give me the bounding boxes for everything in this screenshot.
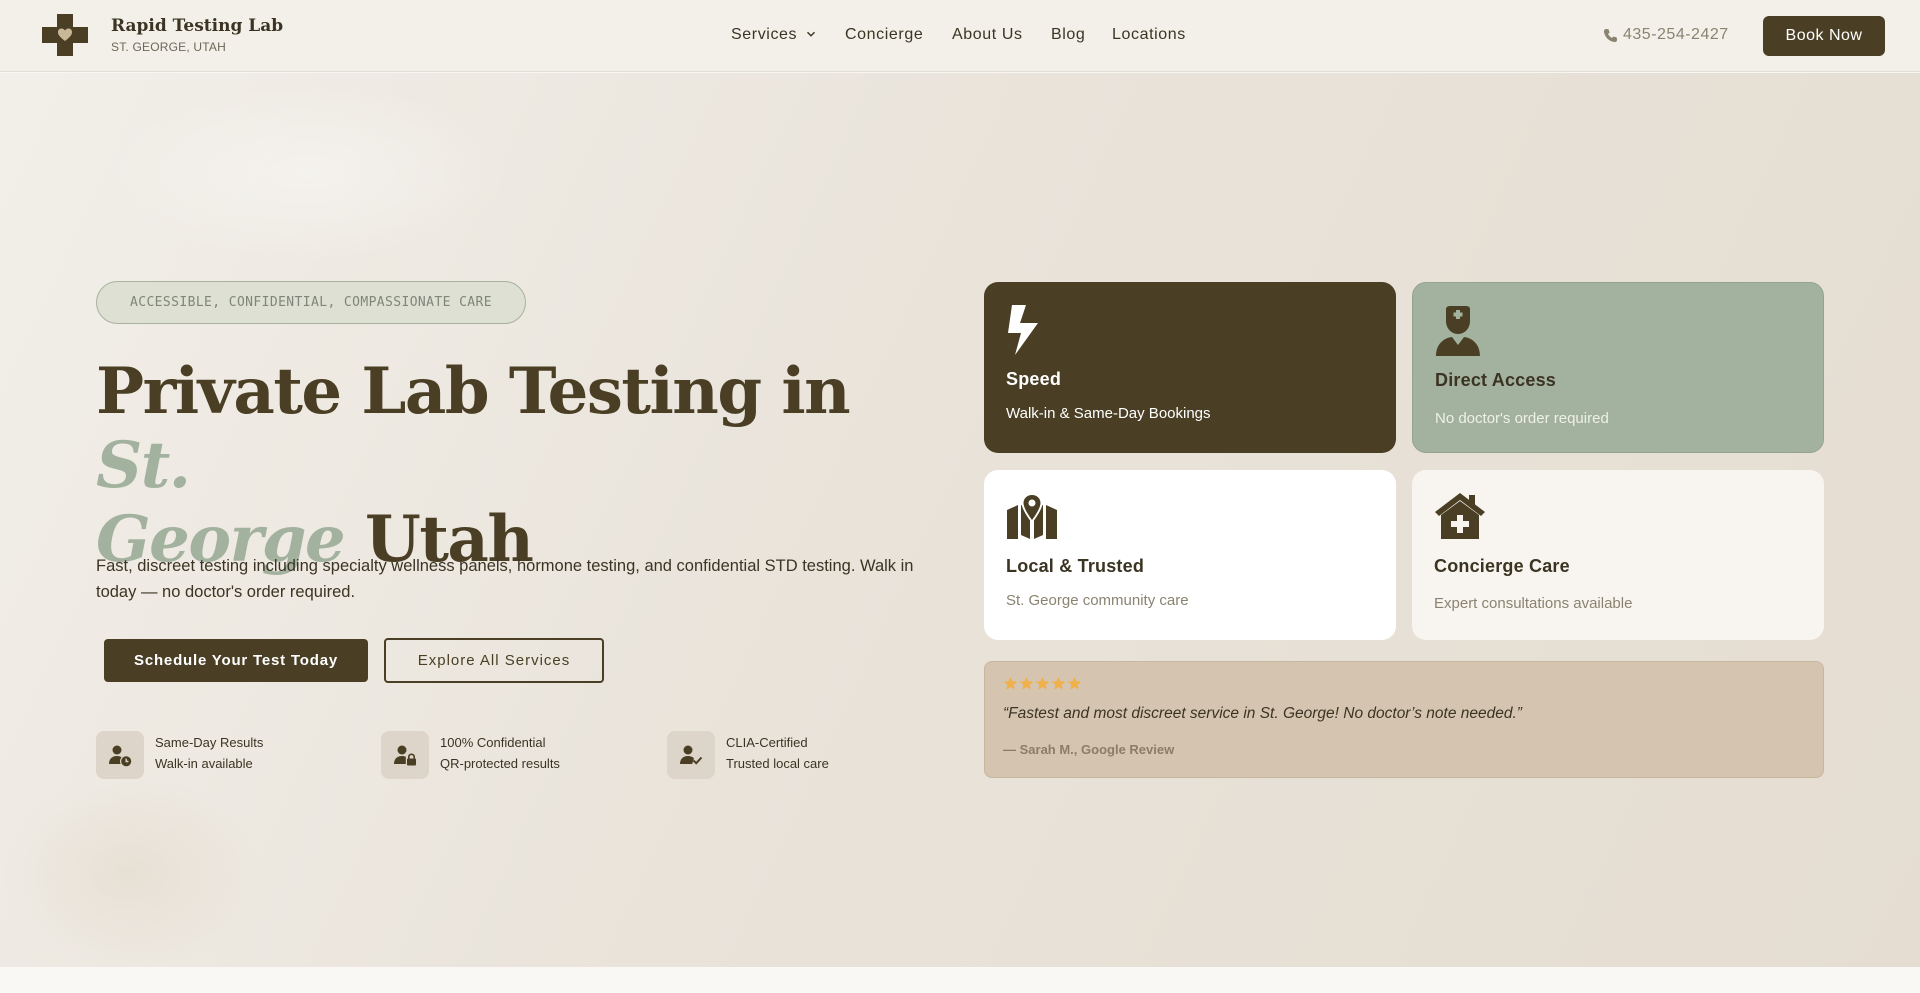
star-rating — [1003, 676, 1082, 692]
headline-part1: Private Lab Testing in — [96, 354, 851, 429]
hero-subtext: Fast, discreet testing including special… — [96, 557, 914, 601]
feature-subtitle: Walk-in available — [155, 756, 253, 771]
review-attribution: — Sarah M., Google Review — [1003, 742, 1175, 757]
review-quote: “Fastest and most discreet service in St… — [1003, 705, 1522, 722]
card-title: Speed — [1006, 369, 1062, 389]
card-concierge-care[interactable]: Concierge Care Expert consultations avai… — [1412, 470, 1824, 640]
star-icon — [1035, 676, 1050, 690]
feature-title: 100% Confidential — [440, 735, 546, 750]
phone-icon — [1603, 28, 1618, 43]
feature-subtitle: Trusted local care — [726, 756, 829, 771]
map-pin-icon — [1007, 493, 1057, 539]
next-section-edge — [0, 967, 1920, 993]
nav-item-locations[interactable]: Locations — [1112, 26, 1186, 44]
schedule-test-button[interactable]: Schedule Your Test Today — [104, 639, 368, 682]
feature-icon-box — [667, 731, 715, 779]
nav-item-blog[interactable]: Blog — [1051, 26, 1085, 44]
phone-number[interactable]: 435-254-2427 — [1623, 26, 1729, 44]
nav-item-about-us[interactable]: About Us — [952, 26, 1023, 44]
feature-icon-box — [381, 731, 429, 779]
star-icon — [1019, 676, 1034, 690]
nav-item-concierge[interactable]: Concierge — [845, 26, 923, 44]
user-clock-icon — [109, 745, 132, 767]
explore-services-button[interactable]: Explore All Services — [384, 638, 604, 683]
card-subtitle: Expert consultations available — [1434, 595, 1633, 612]
card-title: Concierge Care — [1434, 556, 1570, 576]
chevron-down-icon[interactable] — [806, 29, 816, 39]
bolt-icon — [1008, 305, 1038, 355]
tagline-badge: ACCESSIBLE, CONFIDENTIAL, COMPASSIONATE … — [96, 281, 526, 324]
book-now-button[interactable]: Book Now — [1763, 16, 1885, 56]
feature-title: Same-Day Results — [155, 735, 264, 750]
card-subtitle: No doctor's order required — [1435, 410, 1609, 427]
card-title: Local & Trusted — [1006, 556, 1145, 576]
star-icon — [1067, 676, 1082, 690]
card-subtitle: Walk-in & Same-Day Bookings — [1006, 405, 1211, 422]
hero-glow — [100, 83, 520, 263]
card-subtitle: St. George community care — [1006, 592, 1189, 609]
house-medical-icon — [1435, 493, 1485, 539]
card-direct-access[interactable]: Direct Access No doctor's order required — [1412, 282, 1824, 453]
star-icon — [1003, 676, 1018, 690]
card-title: Direct Access — [1435, 370, 1557, 390]
hero-glow-bottom — [0, 773, 260, 973]
hero-headline: Private Lab Testing in St. George Utah — [96, 355, 916, 577]
feature-title: CLIA-Certified — [726, 735, 808, 750]
card-local-trusted[interactable]: Local & Trusted St. George community car… — [984, 470, 1396, 640]
nav-item-services[interactable]: Services — [731, 26, 797, 44]
user-lock-icon — [394, 745, 416, 766]
review-card: “Fastest and most discreet service in St… — [984, 661, 1824, 778]
feature-icon-box — [96, 731, 144, 779]
star-icon — [1051, 676, 1066, 690]
user-check-icon — [680, 745, 703, 765]
doctor-icon — [1436, 306, 1480, 356]
site-header: Rapid Testing Lab ST. GEORGE, UTAH Servi… — [0, 0, 1920, 72]
card-speed[interactable]: Speed Walk-in & Same-Day Bookings — [984, 282, 1396, 453]
feature-subtitle: QR-protected results — [440, 756, 560, 771]
headline-accent-st: St. — [96, 428, 191, 503]
